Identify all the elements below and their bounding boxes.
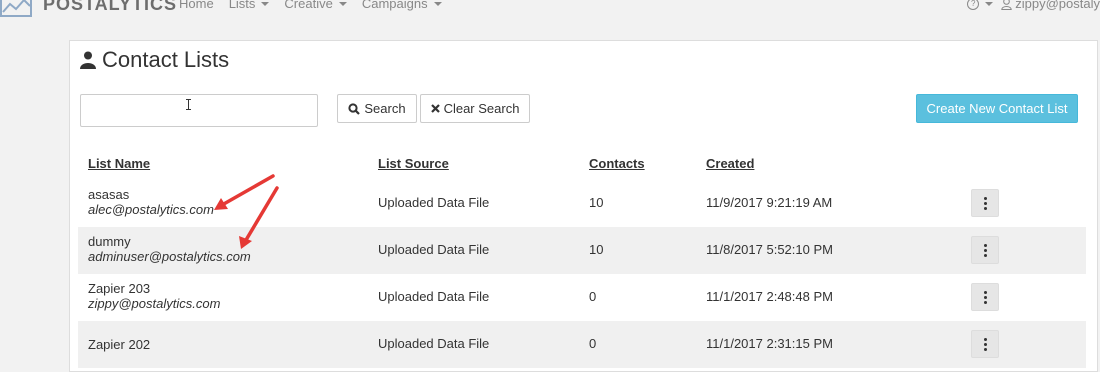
user-email: zippy@postaly [1015, 0, 1100, 11]
caret-down-icon [261, 1, 270, 6]
contacts-count: 10 [589, 242, 604, 257]
table-row[interactable]: Zapier 203 zippy@postalytics.com Uploade… [78, 274, 1086, 321]
list-name: dummy [88, 234, 131, 249]
logo-chart-icon [0, 0, 32, 17]
nav-campaigns-label: Campaigns [361, 0, 428, 11]
contact-lists-panel: Contact Lists Search Clear Search Create… [69, 40, 1098, 372]
created-date: 11/1/2017 2:48:48 PM [706, 289, 833, 304]
table-row[interactable]: Zapier 202 Uploaded Data File 0 11/1/201… [78, 321, 1086, 368]
created-date: 11/8/2017 5:52:10 PM [706, 242, 833, 257]
column-header-list-name[interactable]: List Name [88, 156, 150, 171]
search-button-label: Search [364, 101, 406, 116]
list-name: Zapier 202 [88, 337, 151, 352]
kebab-icon-dot [983, 206, 987, 210]
nav-lists[interactable]: Lists [229, 0, 270, 11]
kebab-icon-dot [983, 253, 987, 257]
kebab-icon-dot [983, 342, 987, 346]
top-navbar: POSTALYTICS Home Lists Creative Campaign… [0, 0, 1100, 22]
list-owner-email: zippy@postalytics.com [88, 296, 221, 311]
caret-down-icon [338, 1, 347, 6]
list-name-cell: Zapier 202 [88, 337, 150, 352]
kebab-icon-dot [983, 248, 987, 252]
list-name: Zapier 203 [88, 281, 151, 296]
text-cursor-icon [186, 99, 191, 110]
kebab-icon-dot [983, 347, 987, 351]
nav-menu: Home Lists Creative Campaigns [179, 0, 442, 11]
list-owner-email: adminuser@postalytics.com [88, 249, 251, 264]
nav-creative-label: Creative [284, 0, 333, 11]
row-actions-button[interactable] [971, 283, 999, 311]
clear-search-button[interactable]: Clear Search [420, 94, 530, 123]
list-owner-email: alec@postalytics.com [88, 202, 214, 217]
search-icon [348, 102, 361, 115]
kebab-icon [983, 290, 987, 294]
kebab-icon-dot [983, 300, 987, 304]
nav-campaigns[interactable]: Campaigns [362, 0, 442, 11]
kebab-icon [983, 337, 987, 341]
clear-search-label: Clear Search [443, 101, 520, 116]
search-input[interactable] [80, 94, 318, 127]
nav-lists-label: Lists [228, 0, 256, 11]
list-name-cell: dummy adminuser@postalytics.com [88, 234, 251, 264]
table-row[interactable]: asasas alec@postalytics.com Uploaded Dat… [78, 180, 1086, 227]
column-header-list-source[interactable]: List Source [378, 156, 449, 171]
create-button-label: Create New Contact List [926, 101, 1068, 116]
kebab-icon [983, 243, 987, 247]
row-actions-button[interactable] [971, 330, 999, 358]
search-button[interactable]: Search [337, 94, 417, 123]
brand-name[interactable]: POSTALYTICS [43, 0, 177, 15]
nav-home-label: Home [179, 0, 214, 11]
caret-down-icon [433, 1, 442, 6]
close-icon [430, 104, 440, 113]
user-menu[interactable]: zippy@postaly [1001, 0, 1100, 11]
list-name-cell: asasas alec@postalytics.com [88, 187, 214, 217]
user-icon [1001, 0, 1012, 10]
contacts-count: 10 [589, 195, 604, 210]
question-circle-icon: ? [967, 0, 980, 10]
list-name-cell: Zapier 203 zippy@postalytics.com [88, 281, 220, 311]
column-header-created[interactable]: Created [706, 156, 754, 171]
kebab-icon-dot [983, 295, 987, 299]
list-source: Uploaded Data File [378, 336, 490, 351]
table-row[interactable]: dummy adminuser@postalytics.com Uploaded… [78, 227, 1086, 274]
logo[interactable] [0, 0, 36, 18]
list-source: Uploaded Data File [378, 242, 490, 257]
created-date: 11/9/2017 9:21:19 AM [706, 195, 833, 210]
list-name: asasas [88, 187, 130, 202]
contacts-count: 0 [589, 336, 597, 351]
column-header-contacts[interactable]: Contacts [589, 156, 645, 171]
caret-down-icon [985, 1, 994, 6]
list-source: Uploaded Data File [378, 195, 490, 210]
created-date: 11/1/2017 2:31:15 PM [706, 336, 833, 351]
create-new-contact-list-button[interactable]: Create New Contact List [916, 94, 1078, 123]
nav-right: ? zippy@postaly [967, 0, 1100, 11]
kebab-icon [983, 196, 987, 200]
list-source: Uploaded Data File [378, 289, 490, 304]
contacts-count: 0 [589, 289, 597, 304]
page-title: Contact Lists [80, 47, 229, 73]
page-title-text: Contact Lists [102, 47, 230, 72]
nav-creative[interactable]: Creative [284, 0, 347, 11]
help-menu[interactable]: ? [967, 0, 994, 10]
row-actions-button[interactable] [971, 236, 999, 264]
user-icon [80, 51, 96, 69]
nav-home[interactable]: Home [179, 0, 214, 11]
kebab-icon-dot [983, 201, 987, 205]
row-actions-button[interactable] [971, 189, 999, 217]
